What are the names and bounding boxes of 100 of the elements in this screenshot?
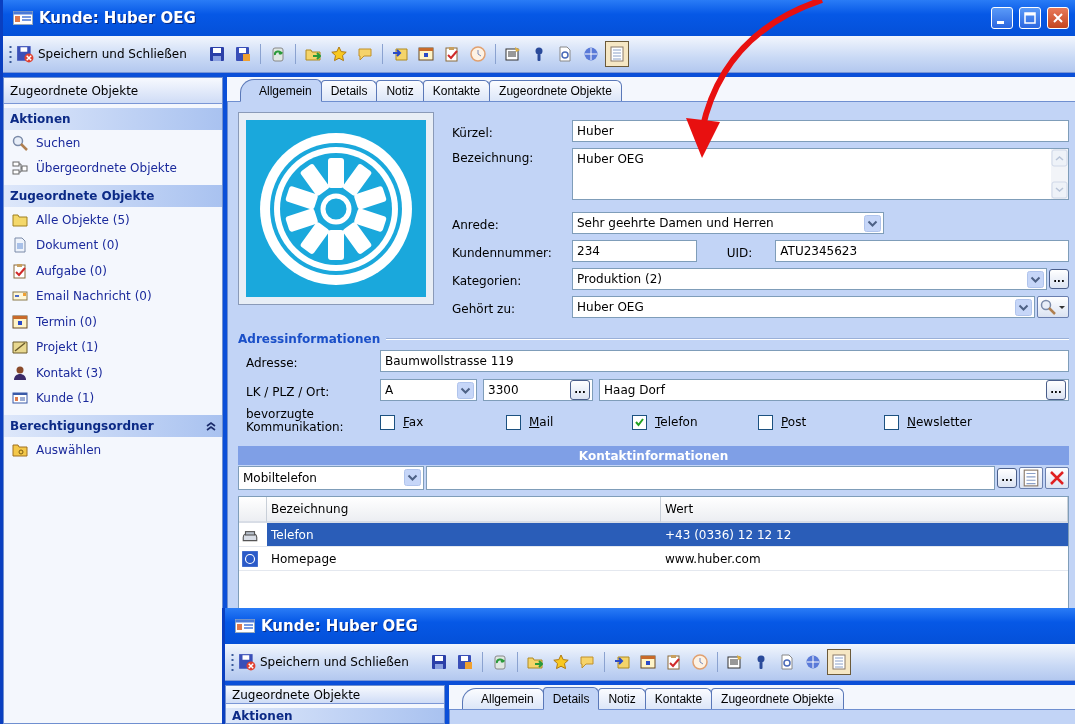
column-header[interactable]: Bezeichnung (267, 497, 661, 523)
folder-arrow-icon (391, 46, 408, 62)
dropdown-field[interactable]: Sehr geehrte Damen und Herren (572, 212, 884, 234)
toolbar-button[interactable] (826, 649, 851, 675)
sidebar-link[interactable]: Dokument (0) (4, 232, 222, 258)
search-split-button[interactable] (1037, 296, 1069, 318)
sidebar-link[interactable]: Auswählen (4, 437, 222, 463)
text-area[interactable]: Huber OEG (572, 148, 1069, 200)
sidebar-link[interactable]: Projekt (1) (4, 334, 222, 360)
search-icon (12, 134, 28, 151)
sidebar-link[interactable]: Aufgabe (0) (4, 258, 222, 284)
toolbar-grip-icon[interactable] (9, 44, 12, 64)
tab[interactable]: Notiz (598, 688, 646, 709)
collapse-button[interactable] (206, 421, 216, 431)
caret-icon (1058, 303, 1066, 311)
more-button[interactable]: ... (570, 380, 590, 400)
checkbox[interactable]: Newsletter (884, 414, 1010, 430)
sidebar-link[interactable]: Email Nachricht (0) (4, 283, 222, 309)
tab[interactable]: Allgemein (240, 79, 322, 102)
star-icon (552, 654, 569, 670)
document-icon (504, 46, 521, 62)
dropdown-field[interactable]: Huber OEG (572, 296, 1035, 318)
save-close-icon (238, 653, 256, 671)
tab[interactable]: Zugeordnete Objekte (711, 688, 844, 709)
close-icon (1048, 468, 1066, 487)
more-button[interactable]: ... (1046, 380, 1066, 400)
more-button[interactable]: ... (997, 467, 1017, 488)
input-field[interactable] (426, 465, 995, 490)
clipboard-check-icon (12, 262, 28, 279)
checkbox[interactable]: Telefon (632, 414, 758, 430)
field-label: Adresse: (246, 356, 299, 372)
field-label: Anrede: (452, 218, 500, 234)
sidebar-link[interactable]: Übergeordnete Objekte (4, 155, 222, 181)
globe-icon (804, 654, 821, 670)
document-icon (726, 654, 743, 670)
dropdown-field[interactable]: Produktion (2) (572, 268, 1047, 290)
project-icon (12, 339, 28, 356)
section-bar: Kontaktinformationen (238, 446, 1069, 465)
more-button[interactable]: ... (1049, 269, 1069, 289)
folder-arrow-icon (526, 654, 543, 670)
table-cell[interactable]: +43 (0336) 12 12 12 (661, 523, 1068, 547)
tab[interactable]: Details (320, 80, 378, 101)
toolbar-grip-icon[interactable] (231, 652, 234, 672)
page-search-icon (778, 654, 795, 670)
refresh-icon (269, 46, 286, 62)
save-and-close-button[interactable]: Speichern und Schließen (14, 43, 193, 65)
checkbox[interactable]: Post (758, 414, 884, 430)
section-title: Aktionen (10, 112, 71, 126)
column-header[interactable]: Wert (661, 497, 1068, 523)
tab[interactable]: Kontakte (422, 80, 491, 101)
window-title: Kunde: Huber OEG (261, 617, 419, 635)
save-close-icon (16, 45, 34, 63)
new-entry-button[interactable] (1019, 466, 1043, 489)
folder-icon (12, 441, 28, 458)
section-title: Berechtigungsordner (10, 419, 154, 433)
window-card-icon (235, 619, 255, 633)
tab[interactable]: Notiz (376, 80, 424, 101)
list-icon (608, 46, 625, 62)
delete-button[interactable] (1045, 466, 1069, 489)
close-button[interactable] (1047, 7, 1069, 29)
minimize-button[interactable] (991, 7, 1013, 29)
hierarchy-icon (12, 160, 28, 177)
checkbox[interactable]: Fax (380, 414, 506, 430)
input-field[interactable]: Baumwollstrasse 119 (380, 350, 1069, 372)
window-title: Kunde: Huber OEG (39, 9, 197, 27)
input-field[interactable]: Haag Dorf ... (599, 379, 1069, 401)
tab[interactable]: Zugeordnete Objekte (489, 80, 622, 101)
sidebar-title: Zugeordnete Objekte (226, 686, 444, 704)
input-field[interactable]: ATU2345623 (775, 240, 1069, 262)
clock-icon (469, 46, 486, 62)
sidebar-link[interactable]: Suchen (4, 130, 222, 156)
sidebar-link[interactable]: Kunde (1) (4, 385, 222, 411)
dropdown-field[interactable]: Mobiltelefon (238, 465, 424, 490)
card-icon (12, 390, 28, 407)
dropdown-field[interactable]: A (380, 379, 477, 401)
tab[interactable]: Allgemein (462, 688, 544, 709)
person-icon (12, 364, 28, 381)
refresh-icon (491, 654, 508, 670)
toolbar-button[interactable] (604, 41, 629, 67)
maximize-button[interactable] (1019, 7, 1041, 29)
field-label: Kundennummer: (452, 246, 553, 262)
tab[interactable]: Details (542, 687, 600, 710)
input-field[interactable]: Huber (572, 120, 1069, 142)
checkbox[interactable]: Mail (506, 414, 632, 430)
sidebar-link[interactable]: Termin (0) (4, 309, 222, 335)
table-cell[interactable]: Telefon (267, 523, 661, 547)
clipboard-check-icon (665, 654, 682, 670)
tab[interactable]: Kontakte (644, 688, 713, 709)
input-field[interactable]: 3300 ... (483, 379, 593, 401)
sidebar-link[interactable]: Alle Objekte (5) (4, 207, 222, 233)
calendar-icon (12, 313, 28, 330)
globe-icon (582, 46, 599, 62)
folder-icon (12, 211, 28, 228)
input-field[interactable]: 234 (572, 240, 697, 262)
section-title: Aktionen (232, 708, 293, 723)
section-title: Adressinformationen (238, 332, 381, 346)
save-and-close-button[interactable]: Speichern und Schließen (236, 651, 415, 673)
sidebar-link[interactable]: Kontakt (3) (4, 360, 222, 386)
maximize-icon (1024, 12, 1036, 24)
page-search-icon (556, 46, 573, 62)
